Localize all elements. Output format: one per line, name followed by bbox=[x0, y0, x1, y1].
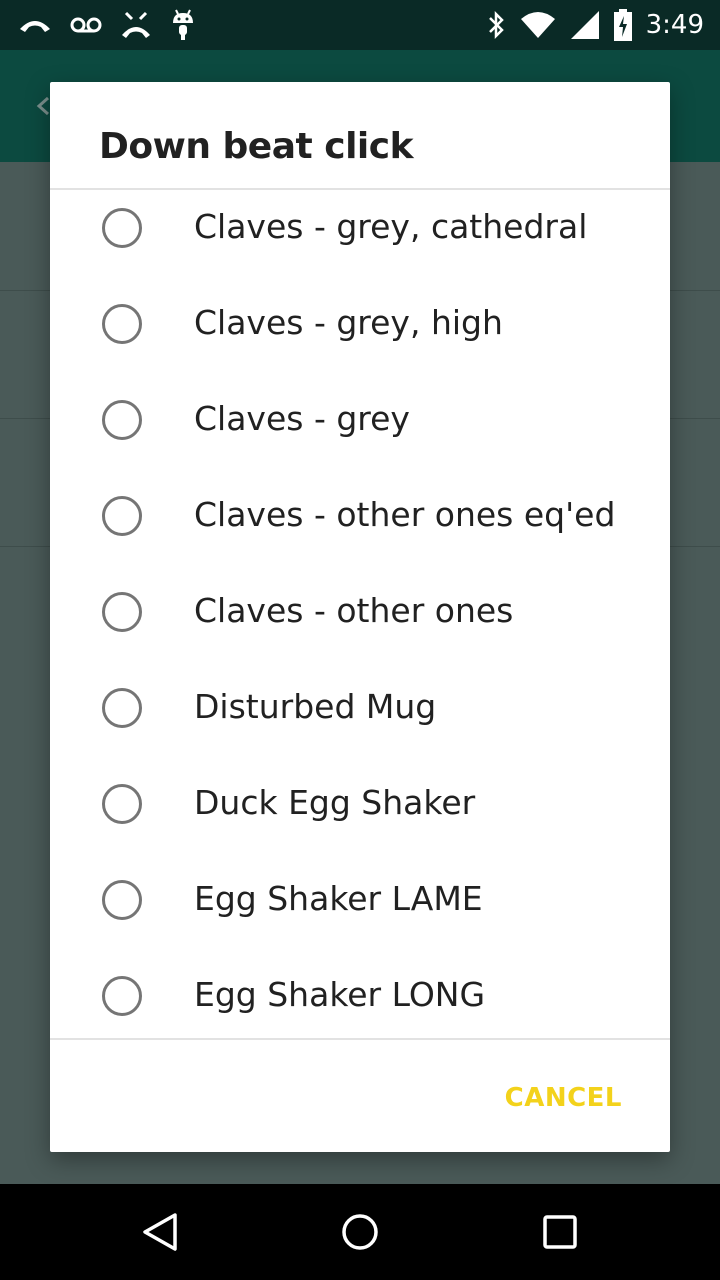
cell-signal-icon bbox=[570, 10, 600, 40]
option-label: Claves - other ones eq'ed bbox=[194, 495, 616, 534]
radio-button[interactable] bbox=[102, 208, 142, 248]
navigation-bar bbox=[0, 1184, 720, 1280]
option-disturbed-mug[interactable]: Disturbed Mug bbox=[50, 670, 670, 766]
battery-charging-icon bbox=[613, 9, 632, 41]
down-beat-click-dialog: Down beat click Claves - grey, cathedral… bbox=[50, 82, 670, 1152]
radio-button[interactable] bbox=[102, 592, 142, 632]
option-claves-other-ones[interactable]: Claves - other ones bbox=[50, 574, 670, 670]
option-label: Egg Shaker LONG bbox=[194, 975, 486, 1014]
option-claves-other-ones-eqed[interactable]: Claves - other ones eq'ed bbox=[50, 478, 670, 574]
option-label: Claves - other ones bbox=[194, 591, 514, 630]
dialog-divider bbox=[50, 1038, 670, 1040]
option-label: Duck Egg Shaker bbox=[194, 783, 476, 822]
option-claves-grey-cathedral[interactable]: Claves - grey, cathedral bbox=[50, 190, 670, 286]
radio-button[interactable] bbox=[102, 304, 142, 344]
radio-button[interactable] bbox=[102, 880, 142, 920]
home-icon[interactable] bbox=[336, 1208, 384, 1256]
option-label: Claves - grey, cathedral bbox=[194, 207, 588, 246]
option-label: Claves - grey bbox=[194, 399, 410, 438]
cancel-button[interactable]: CANCEL bbox=[505, 1080, 622, 1116]
radio-button[interactable] bbox=[102, 688, 142, 728]
option-claves-grey-high[interactable]: Claves - grey, high bbox=[50, 286, 670, 382]
call-end-icon bbox=[120, 11, 152, 39]
dialog-title: Down beat click bbox=[99, 126, 414, 167]
radio-button[interactable] bbox=[102, 400, 142, 440]
option-label: Egg Shaker LAME bbox=[194, 879, 483, 918]
option-label: Disturbed Mug bbox=[194, 687, 437, 726]
bluetooth-icon bbox=[486, 10, 506, 40]
status-bar: 3:49 bbox=[0, 0, 720, 50]
android-icon bbox=[170, 9, 196, 41]
status-time: 3:49 bbox=[645, 10, 704, 40]
option-duck-egg-shaker[interactable]: Duck Egg Shaker bbox=[50, 766, 670, 862]
recents-icon[interactable] bbox=[536, 1208, 584, 1256]
radio-button[interactable] bbox=[102, 976, 142, 1016]
back-icon[interactable] bbox=[136, 1208, 184, 1256]
option-label: Claves - grey, high bbox=[194, 303, 503, 342]
option-egg-shaker-long[interactable]: Egg Shaker LONG bbox=[50, 958, 670, 1038]
options-list[interactable]: Claves - grey, cathedral Claves - grey, … bbox=[50, 190, 670, 1038]
radio-button[interactable] bbox=[102, 784, 142, 824]
option-egg-shaker-lame[interactable]: Egg Shaker LAME bbox=[50, 862, 670, 958]
voicemail-icon bbox=[70, 16, 102, 34]
wifi-icon bbox=[520, 11, 556, 39]
option-claves-grey[interactable]: Claves - grey bbox=[50, 382, 670, 478]
missed-call-icon bbox=[18, 15, 52, 35]
radio-button[interactable] bbox=[102, 496, 142, 536]
